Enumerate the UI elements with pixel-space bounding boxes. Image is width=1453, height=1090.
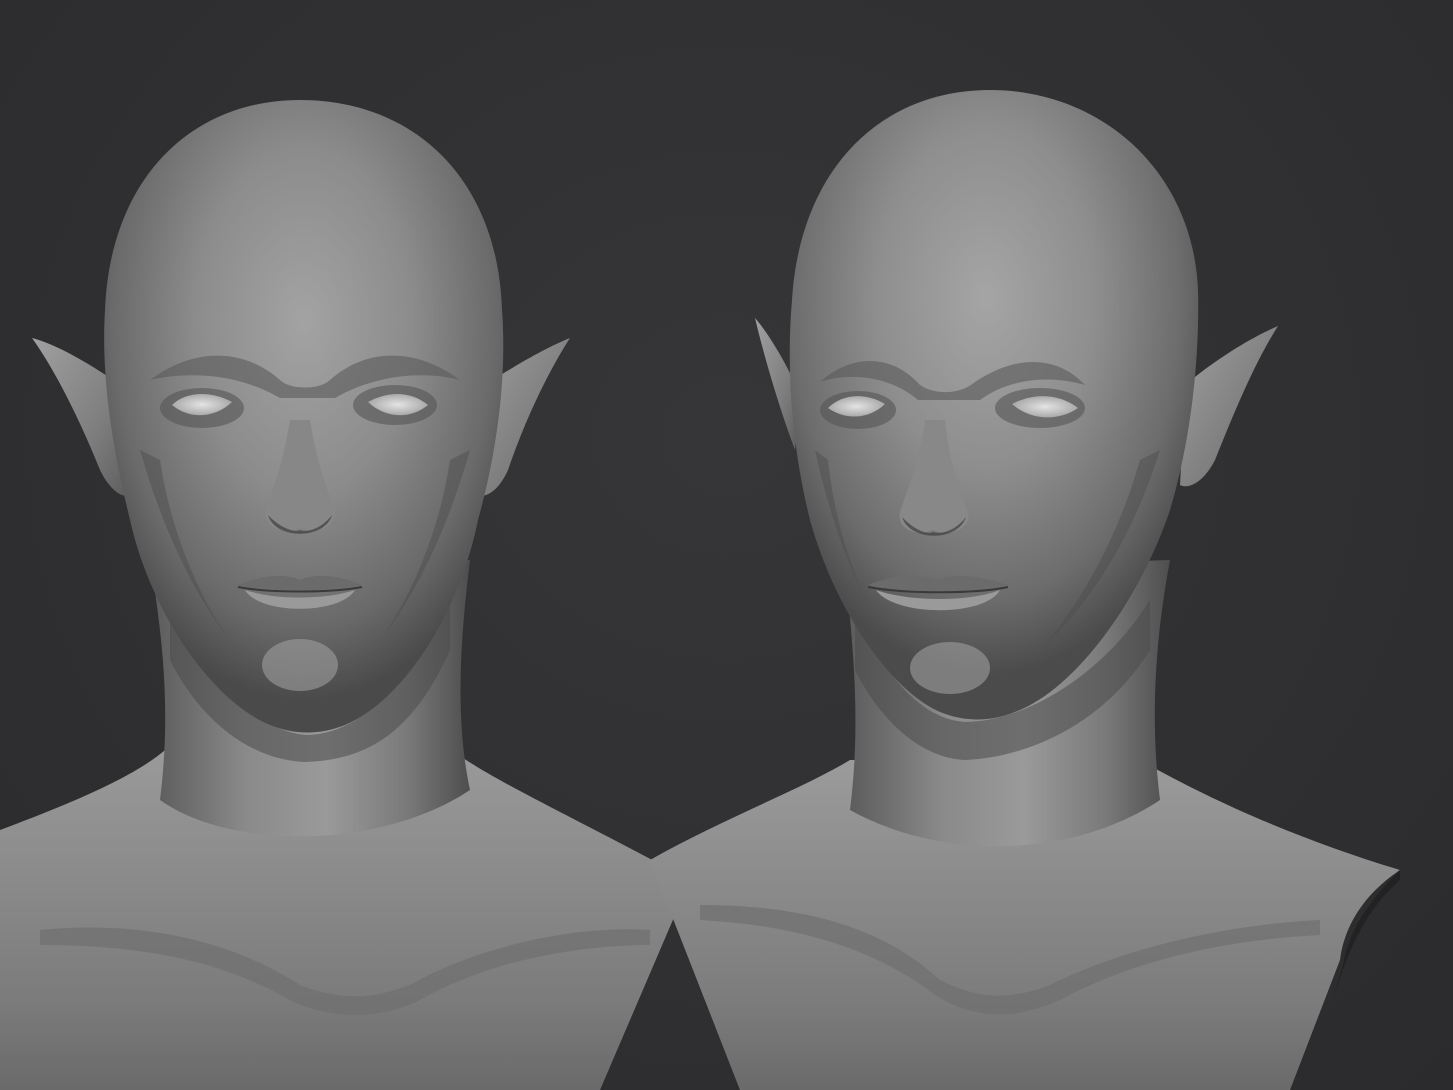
viewport <box>0 0 1453 1090</box>
sculpt-render <box>0 90 1400 1090</box>
three-quarter-view-chin <box>910 642 990 694</box>
front-view-bust <box>0 100 690 1090</box>
three-quarter-view-bust <box>650 90 1400 1090</box>
front-view-chin <box>262 639 338 691</box>
